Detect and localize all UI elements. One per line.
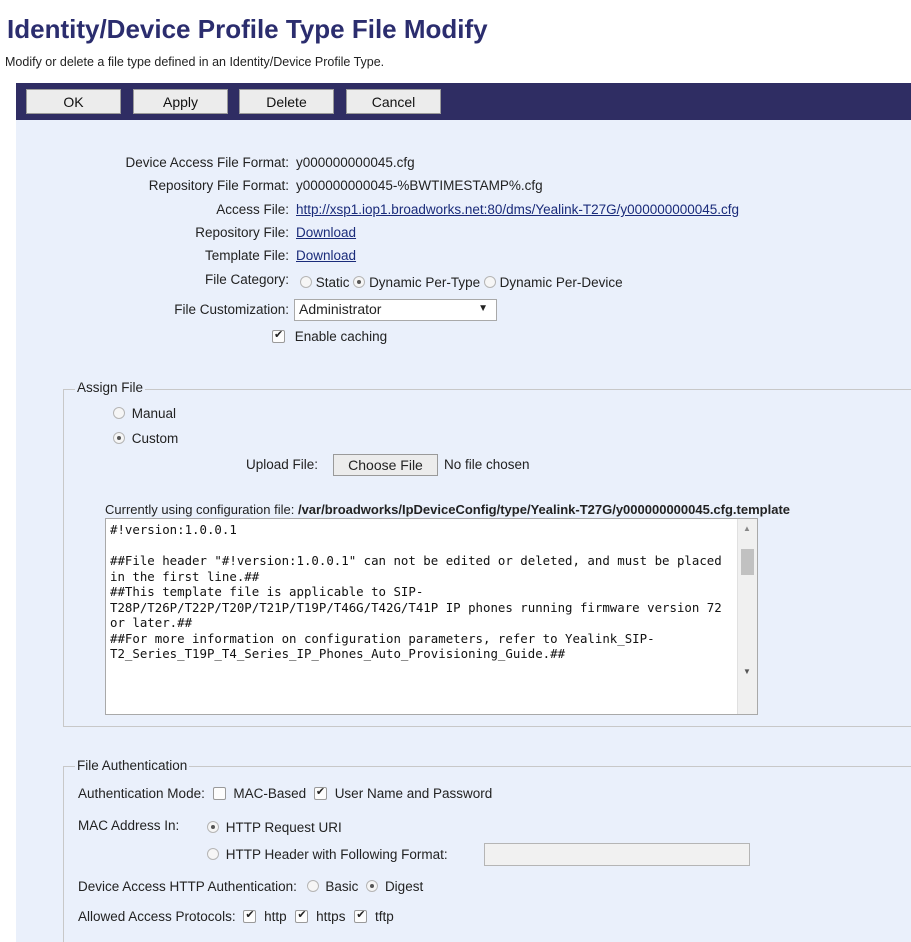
manual-label: Manual [131, 406, 177, 421]
repository-format-value: y000000000045-%BWTIMESTAMP%.cfg [296, 178, 543, 193]
apply-button[interactable]: Apply [133, 89, 228, 114]
http-header-option: HTTP Header with Following Format: [207, 847, 448, 862]
user-pass-label: User Name and Password [334, 786, 493, 801]
http-uri-radio[interactable] [207, 821, 219, 833]
template-file-download-link[interactable]: Download [296, 248, 356, 263]
mac-in-label: MAC Address In: [78, 818, 180, 833]
upload-file-label: Upload File: [246, 457, 319, 472]
choose-file-button[interactable]: Choose File [333, 454, 438, 476]
assign-file-legend: Assign File [75, 380, 146, 395]
http-uri-option: HTTP Request URI [207, 820, 342, 835]
page-title: Identity/Device Profile Type File Modify [7, 14, 488, 44]
delete-button[interactable]: Delete [239, 89, 334, 114]
template-file-label: Template File: [204, 248, 289, 263]
ok-button[interactable]: OK [26, 89, 121, 114]
device-access-format-label: Device Access File Format: [125, 155, 289, 170]
https-checkbox[interactable] [295, 908, 309, 923]
protocols-label: Allowed Access Protocols: [78, 909, 236, 924]
category-dynamic-type-radio[interactable] [353, 276, 366, 288]
scroll-up-icon[interactable]: ▲ [743, 524, 751, 533]
textarea-scrollbar[interactable]: ▲ ▼ [737, 519, 757, 714]
category-static-radio[interactable] [300, 276, 312, 288]
custom-option: Custom [113, 431, 178, 446]
http-label: http [264, 909, 287, 924]
http-uri-label: HTTP Request URI [225, 820, 342, 835]
file-customization-select[interactable]: Administrator ▼ [294, 299, 497, 321]
http-header-format-input[interactable] [484, 843, 750, 866]
auth-mode-row: Authentication Mode: MAC-Based User Name… [78, 785, 493, 801]
device-access-format-value: y000000000045.cfg [296, 155, 415, 170]
template-textarea[interactable]: #!version:1.0.0.1 ##File header "#!versi… [105, 518, 758, 715]
template-textarea-content: #!version:1.0.0.1 ##File header "#!versi… [110, 522, 722, 661]
file-category-label: File Category: [204, 272, 289, 287]
tftp-label: tftp [374, 909, 394, 924]
file-category-options: Static Dynamic Per-Type Dynamic Per-Devi… [300, 275, 623, 290]
current-config-label: Currently using configuration file: [105, 502, 295, 517]
http-auth-row: Device Access HTTP Authentication: Basic… [78, 879, 423, 894]
mac-based-checkbox[interactable] [212, 787, 226, 800]
enable-caching-row: Enable caching [272, 328, 388, 344]
enable-caching-checkbox[interactable] [272, 328, 285, 343]
manual-radio[interactable] [113, 407, 125, 419]
access-file-link[interactable]: http://xsp1.iop1.broadworks.net:80/dms/Y… [296, 202, 739, 217]
digest-label: Digest [384, 879, 424, 894]
scroll-down-icon[interactable]: ▼ [743, 667, 751, 676]
protocols-row: Allowed Access Protocols: http https tft… [78, 908, 394, 924]
auth-mode-label: Authentication Mode: [78, 786, 205, 801]
repository-file-label: Repository File: [195, 225, 289, 240]
access-file-label: Access File: [216, 202, 289, 217]
category-dynamic-device-label: Dynamic Per-Device [499, 275, 623, 290]
dropdown-arrow-icon: ▼ [478, 303, 488, 314]
file-customization-label: File Customization: [174, 302, 289, 317]
current-config-row: Currently using configuration file: /var… [105, 502, 790, 517]
manual-option: Manual [113, 406, 176, 421]
http-header-radio[interactable] [207, 848, 219, 860]
repository-format-label: Repository File Format: [148, 178, 289, 193]
mac-based-label: MAC-Based [233, 786, 307, 801]
no-file-chosen-text: No file chosen [444, 457, 530, 472]
file-customization-value: Administrator [299, 301, 382, 317]
category-static-label: Static [315, 275, 350, 290]
digest-radio[interactable] [366, 880, 379, 892]
tftp-checkbox[interactable] [354, 908, 368, 923]
http-header-label: HTTP Header with Following Format: [225, 847, 448, 862]
http-auth-label: Device Access HTTP Authentication: [78, 879, 297, 894]
file-authentication-legend: File Authentication [75, 758, 190, 773]
repository-file-download-link[interactable]: Download [296, 225, 356, 240]
scrollbar-thumb[interactable] [741, 549, 754, 575]
cancel-button[interactable]: Cancel [346, 89, 441, 114]
custom-radio[interactable] [113, 432, 125, 444]
current-config-path: /var/broadworks/IpDeviceConfig/type/Yeal… [297, 502, 791, 517]
https-label: https [316, 909, 346, 924]
basic-radio[interactable] [306, 880, 319, 892]
user-pass-checkbox[interactable] [313, 785, 327, 800]
http-checkbox[interactable] [243, 908, 257, 923]
category-dynamic-type-label: Dynamic Per-Type [369, 275, 481, 290]
basic-label: Basic [325, 879, 359, 894]
page-subtitle: Modify or delete a file type defined in … [5, 55, 385, 69]
enable-caching-label: Enable caching [294, 329, 388, 344]
custom-label: Custom [131, 431, 179, 446]
category-dynamic-device-radio[interactable] [483, 276, 496, 288]
